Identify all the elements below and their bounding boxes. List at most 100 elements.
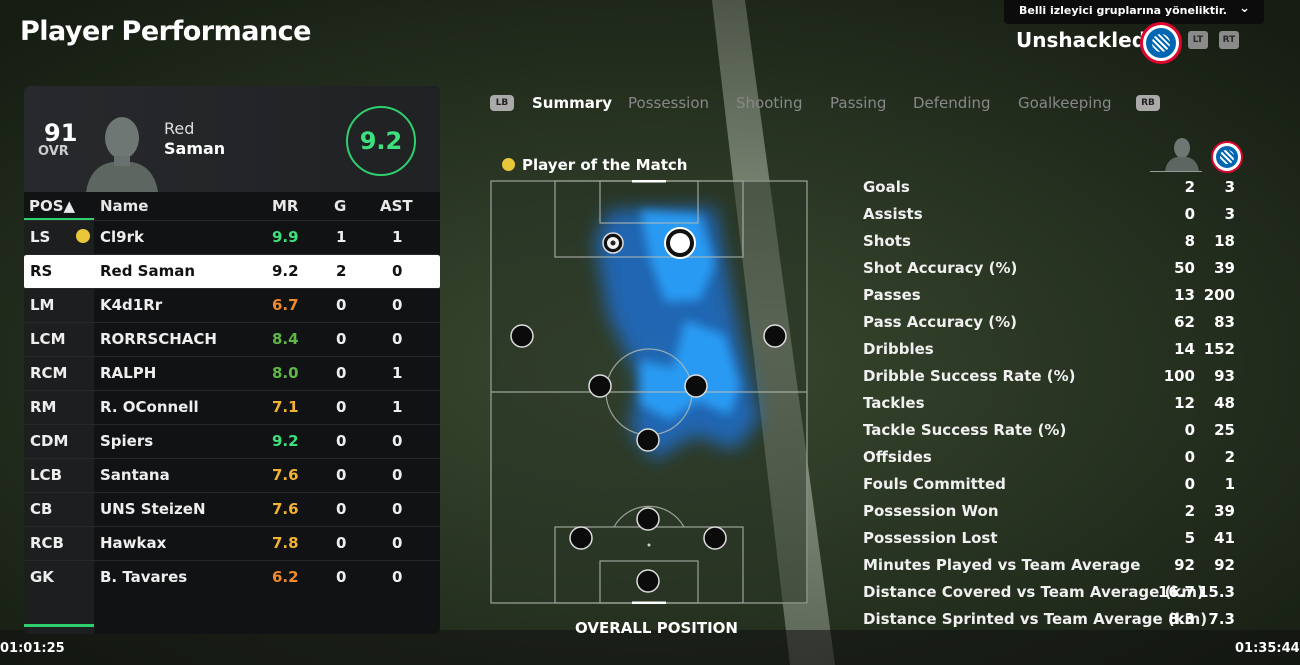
stat-player-value: 2 [1184,502,1195,520]
player-match-rating: 9.2 [272,432,299,450]
table-row[interactable]: RS Red Saman 9.2 2 0 [24,254,440,289]
table-row[interactable]: CB UNS SteizeN 7.6 0 0 [24,492,440,525]
table-row[interactable]: RCM RALPH 8.0 0 1 [24,356,440,389]
player-position: RM [30,398,57,416]
table-row[interactable]: LCB Santana 7.6 0 0 [24,458,440,491]
team-crest-icon [1140,22,1182,64]
player-match-rating: 7.6 [272,466,299,484]
stat-row: Pass Accuracy (%) 62 83 [863,311,1243,338]
player-goals: 0 [336,296,347,314]
player-card: 91 OVR Red Saman 9.2 [24,86,440,192]
table-row[interactable]: RCB Hawkax 7.8 0 0 [24,526,440,559]
player-position: RCB [30,534,64,552]
player-name: K4d1Rr [100,296,163,314]
stat-team-value: 2 [1224,448,1235,466]
stat-label: Dribbles [863,340,934,358]
stat-team-value: 15.3 [1197,583,1235,601]
player-assists: 1 [392,398,403,416]
page-title: Player Performance [20,16,311,47]
stat-team-value: 48 [1214,394,1235,412]
stat-row: Goals 2 3 [863,176,1243,203]
motm-label: Player of the Match [522,156,688,174]
player-last-name: Saman [164,139,226,158]
stat-team-value: 3 [1224,178,1235,196]
tab-summary[interactable]: Summary [532,94,612,112]
player-goals: 0 [336,432,347,450]
header-pos[interactable]: POS▲ [29,197,75,215]
player-name: UNS SteizeN [100,500,206,518]
team-name: Unshackled [1016,28,1147,52]
tab-defending[interactable]: Defending [913,94,991,112]
rt-button-icon[interactable]: RT [1219,31,1239,49]
player-match-rating: 6.7 [272,296,299,314]
tab-goalkeeping[interactable]: Goalkeeping [1018,94,1112,112]
stat-label: Tackle Success Rate (%) [863,421,1067,439]
player-goals: 0 [336,364,347,382]
player-assists: 1 [392,228,403,246]
stat-team-value: 39 [1214,502,1235,520]
stat-row: Shots 8 18 [863,230,1243,257]
stat-player-value: 5 [1184,529,1195,547]
stat-player-value: 92 [1174,556,1195,574]
table-row[interactable]: CDM Spiers 9.2 0 0 [24,424,440,457]
table-row[interactable]: LCM RORRSCHACH 8.4 0 0 [24,322,440,355]
player-goals: 0 [336,500,347,518]
player-name: B. Tavares [100,568,188,586]
tab-shooting[interactable]: Shooting [736,94,802,112]
stat-row: Assists 0 3 [863,203,1243,230]
stat-row: Tackles 12 48 [863,392,1243,419]
player-assists: 0 [392,296,403,314]
selected-player-marker [664,227,696,259]
stat-team-value: 93 [1214,367,1235,385]
stat-team-value: 39 [1214,259,1235,277]
header-g[interactable]: G [334,197,346,215]
table-row[interactable]: LM K4d1Rr 6.7 0 0 [24,288,440,321]
stat-team-value: 1 [1224,475,1235,493]
stat-team-value: 25 [1214,421,1235,439]
stat-label: Tackles [863,394,925,412]
stat-row: Dribble Success Rate (%) 100 93 [863,365,1243,392]
stat-player-value: 0 [1184,448,1195,466]
scroll-indicator [24,624,94,627]
stat-team-value: 41 [1214,529,1235,547]
stat-player-value: 8.3 [1168,610,1195,628]
player-match-rating: 9.2 [272,262,299,280]
stat-player-value: 8 [1184,232,1195,250]
audience-notice-dropdown[interactable]: Belli izleyici gruplarına yöneliktir. ⌄ [1004,0,1264,24]
chevron-down-icon: ⌄ [1239,1,1250,16]
stat-row: Distance Covered vs Team Average (km) 16.… [863,581,1243,608]
lb-button-icon[interactable]: LB [490,95,514,111]
team-ratings-panel: 91 OVR Red Saman 9.2 POS▲ Name MR G AST … [24,86,440,634]
stat-team-value: 200 [1203,286,1235,304]
overall-position-label: OVERALL POSITION [575,619,738,637]
player-name: Santana [100,466,170,484]
player-position: LS [30,228,51,246]
stats-header-divider [1150,171,1202,172]
table-row[interactable]: RM R. OConnell 7.1 0 1 [24,390,440,423]
team-crest-icon [1211,141,1243,173]
player-position: CDM [30,432,69,450]
tab-passing[interactable]: Passing [830,94,886,112]
stat-player-value: 0 [1184,421,1195,439]
header-ast[interactable]: AST [380,197,413,215]
stat-row: Tackle Success Rate (%) 0 25 [863,419,1243,446]
player-first-name: Red [164,119,195,138]
player-assists: 0 [392,500,403,518]
stat-label: Dribble Success Rate (%) [863,367,1076,385]
stat-label: Possession Won [863,502,999,520]
rb-button-icon[interactable]: RB [1136,95,1160,111]
stat-team-value: 18 [1214,232,1235,250]
table-row[interactable]: GK B. Tavares 6.2 0 0 [24,560,440,593]
stat-team-value: 92 [1214,556,1235,574]
motm-marker [602,232,624,254]
tab-possession[interactable]: Possession [628,94,709,112]
stat-label: Passes [863,286,921,304]
stat-team-value: 83 [1214,313,1235,331]
header-name[interactable]: Name [100,197,148,215]
stat-player-value: 2 [1184,178,1195,196]
lt-button-icon[interactable]: LT [1188,31,1208,49]
header-mr[interactable]: MR [272,197,298,215]
stat-row: Distance Sprinted vs Team Average (km) 8.… [863,608,1243,635]
player-position: CB [30,500,53,518]
table-row[interactable]: LS Cl9rk 9.9 1 1 [24,220,440,253]
